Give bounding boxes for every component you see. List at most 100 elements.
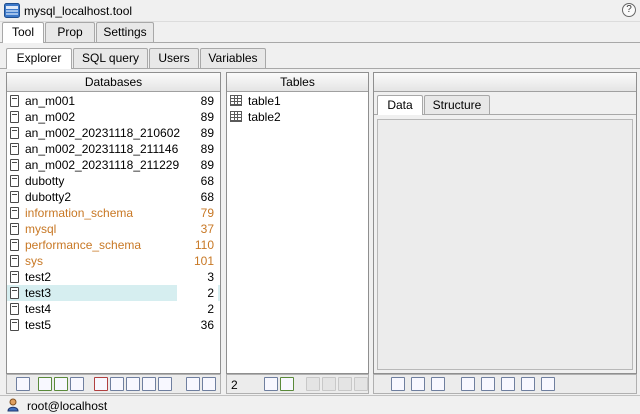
tab-explorer[interactable]: Explorer	[6, 48, 72, 69]
database-row-an-m002[interactable]: an_m002 89	[7, 109, 220, 125]
database-row-mysql[interactable]: mysql 37	[7, 221, 220, 237]
window-title: mysql_localhost.tool	[24, 4, 133, 18]
database-row-performance-schema[interactable]: performance_schema 110	[7, 237, 220, 253]
database-row-dubotty[interactable]: dubotty 68	[7, 173, 220, 189]
database-icon	[10, 175, 19, 187]
grid-view-3-icon[interactable]	[431, 377, 445, 391]
refresh-tables-icon[interactable]	[264, 377, 278, 391]
copy-database-icon[interactable]	[54, 377, 68, 391]
database-name: an_m002_20231118_211146	[25, 142, 179, 156]
database-name: an_m002_20231118_211229	[25, 158, 180, 172]
database-properties-icon[interactable]	[70, 377, 84, 391]
tab-tool[interactable]: Tool	[2, 22, 44, 43]
tab-structure[interactable]: Structure	[424, 95, 490, 114]
grid-view-1-icon[interactable]	[391, 377, 405, 391]
edit-data-icon[interactable]	[481, 377, 495, 391]
table-action-3-icon	[338, 377, 352, 391]
database-name: information_schema	[25, 206, 134, 220]
database-table-count: 36	[200, 318, 214, 332]
database-row-an-m002-20231118-211229[interactable]: an_m002_20231118_211229 89	[7, 157, 220, 173]
database-row-an-m002-20231118-210602[interactable]: an_m002_20231118_210602 89	[7, 125, 220, 141]
database-name: mysql	[25, 222, 57, 236]
data-grid-area[interactable]	[377, 119, 633, 370]
help-icon[interactable]: ?	[622, 3, 636, 17]
database-icon	[10, 127, 19, 139]
databases-toolbar	[6, 374, 221, 394]
database-icon	[10, 319, 19, 331]
database-icon	[10, 239, 19, 251]
tab-users[interactable]: Users	[149, 48, 199, 68]
database-name: dubotty	[25, 174, 65, 188]
database-table-count: 89	[200, 94, 214, 108]
database-row-an-m002-20231118-211146[interactable]: an_m002_20231118_211146 89	[7, 141, 220, 157]
sql-icon[interactable]	[541, 377, 555, 391]
backup-database-icon[interactable]	[142, 377, 156, 391]
database-row-test2[interactable]: test2 3	[7, 269, 220, 285]
table-count: 2	[231, 378, 238, 392]
database-name: test4	[25, 302, 52, 316]
database-table-count: 2	[207, 302, 214, 316]
database-table-count: 37	[200, 222, 214, 236]
database-row-test3[interactable]: test3 2	[7, 285, 220, 301]
database-table-count: 89	[200, 110, 214, 124]
database-row-test5[interactable]: test5 36	[7, 317, 220, 333]
database-icon	[10, 287, 19, 299]
database-row-information-schema[interactable]: information_schema 79	[7, 205, 220, 221]
table-list: table1 table2	[227, 93, 368, 125]
delete-database-icon[interactable]	[94, 377, 108, 391]
tab-prop[interactable]: Prop	[45, 22, 95, 42]
database-name: test3	[25, 286, 52, 300]
database-name: dubotty2	[25, 190, 72, 204]
database-icon	[10, 191, 19, 203]
tab-variables[interactable]: Variables	[200, 48, 266, 68]
move-down-icon[interactable]	[186, 377, 200, 391]
database-table-count: 68	[200, 174, 214, 188]
top-tab-divider	[0, 42, 640, 43]
detail-toolbar	[373, 374, 637, 394]
databases-panel: Databases an_m001 89 an_m002 89 an_m002_20…	[6, 72, 221, 374]
table-name: table1	[248, 94, 281, 108]
refresh-data-icon[interactable]	[461, 377, 475, 391]
database-row-sys[interactable]: sys 101	[7, 253, 220, 269]
tab-settings[interactable]: Settings	[96, 22, 154, 42]
detail-header	[374, 73, 636, 92]
table-action-1-icon	[306, 377, 320, 391]
database-name: test2	[25, 270, 52, 284]
sub-tab-bar: Explorer SQL query Users Variables	[0, 48, 640, 69]
save-data-icon[interactable]	[501, 377, 515, 391]
database-row-dubotty2[interactable]: dubotty2 68	[7, 189, 220, 205]
database-name: an_m002	[25, 110, 76, 124]
database-row-an-m001[interactable]: an_m001 89	[7, 93, 220, 109]
table-row-table2[interactable]: table2	[227, 109, 368, 125]
database-app-icon	[4, 3, 20, 18]
table-row-table1[interactable]: table1	[227, 93, 368, 109]
database-table-count: 79	[200, 206, 214, 220]
export-data-icon[interactable]	[521, 377, 535, 391]
database-name: performance_schema	[25, 238, 142, 252]
tab-data[interactable]: Data	[377, 95, 423, 115]
database-icon	[10, 303, 19, 315]
status-bar: root@localhost	[0, 395, 640, 414]
add-table-icon[interactable]	[280, 377, 294, 391]
connection-user: root@localhost	[27, 399, 108, 413]
database-icon	[10, 143, 19, 155]
table-icon	[230, 95, 242, 106]
add-database-icon[interactable]	[38, 377, 52, 391]
grid-view-2-icon[interactable]	[411, 377, 425, 391]
database-table-count: 89	[200, 142, 214, 156]
restore-database-icon[interactable]	[158, 377, 172, 391]
import-database-icon[interactable]	[126, 377, 140, 391]
move-up-icon[interactable]	[202, 377, 216, 391]
database-name: sys	[25, 254, 43, 268]
table-name: table2	[248, 110, 281, 124]
database-table-count: 89	[200, 126, 214, 140]
database-table-count: 89	[200, 158, 214, 172]
refresh-databases-icon[interactable]	[16, 377, 30, 391]
table-icon	[230, 111, 242, 122]
export-database-icon[interactable]	[110, 377, 124, 391]
database-table-count: 110	[194, 238, 214, 252]
title-bar: mysql_localhost.tool ?	[0, 0, 640, 22]
tab-sql-query[interactable]: SQL query	[73, 48, 148, 68]
database-icon	[10, 111, 19, 123]
database-row-test4[interactable]: test4 2	[7, 301, 220, 317]
